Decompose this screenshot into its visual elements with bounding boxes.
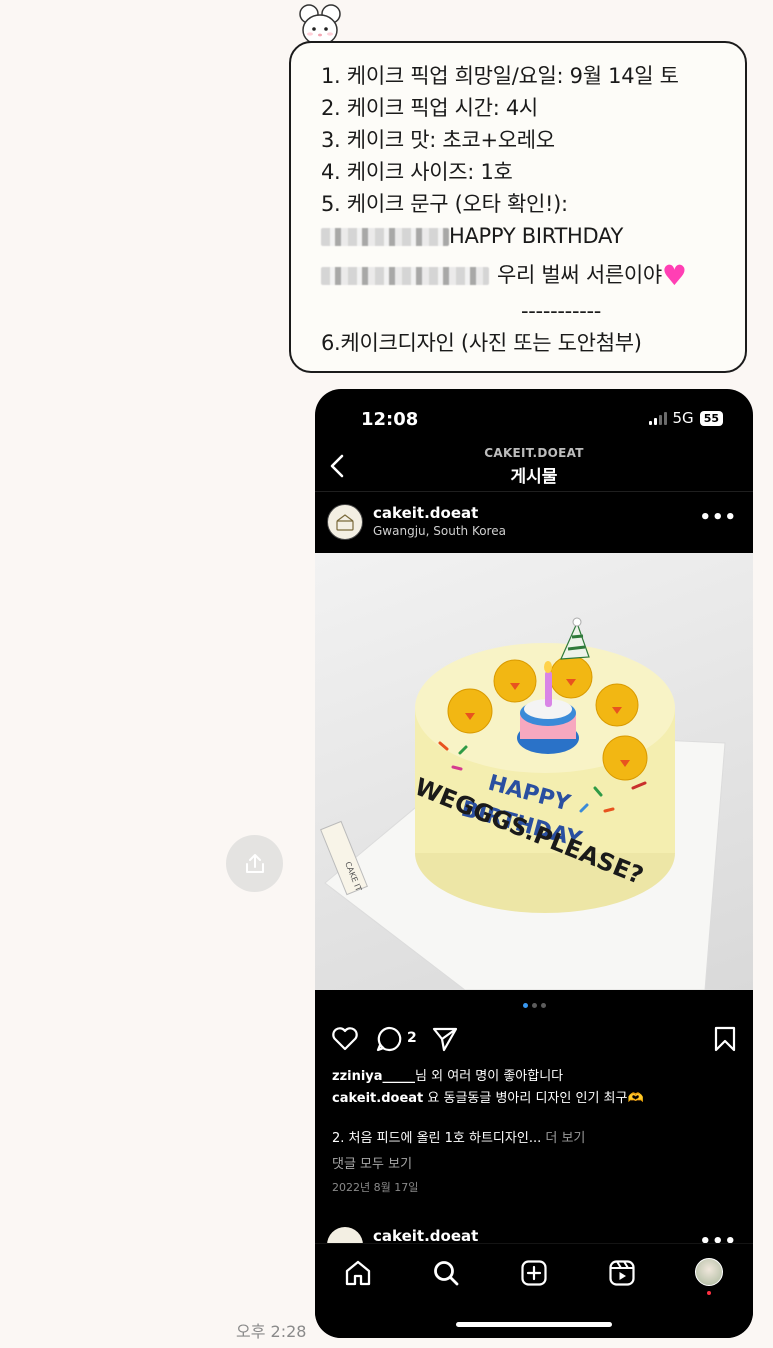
post-caption: cakeit.doeat 요 동글동글 병아리 디자인 인기 최구🫶 xyxy=(332,1087,644,1106)
carousel-dot xyxy=(540,1003,546,1008)
separator-dashes: ----------- xyxy=(521,299,602,323)
view-all-comments-link[interactable]: 댓글 모두 보기 xyxy=(332,1153,412,1172)
bookmark-icon[interactable] xyxy=(713,1025,737,1053)
header-account-name: CAKEIT.DOEAT xyxy=(484,446,584,460)
post-date: 2022년 8월 17일 xyxy=(332,1181,419,1194)
order-line-size: 4. 케이크 사이즈: 1호 xyxy=(321,160,513,184)
cake-image: CAKE IT HAPPY BIRTHDAY WEGGGS.PLEASE? xyxy=(320,617,726,990)
caption-more-text: 2. 처음 피드에 올린 1호 하트디자인... xyxy=(332,1131,542,1146)
instagram-screenshot[interactable]: 12:08 5G 55 CAKEIT.DOEAT 게시물 cakeit.doea… xyxy=(315,389,753,1338)
home-icon[interactable] xyxy=(343,1258,373,1288)
post-actions: 2 xyxy=(331,1025,737,1055)
caption-username[interactable]: cakeit.doeat xyxy=(332,1091,423,1106)
post-username[interactable]: cakeit.doeat xyxy=(373,504,478,522)
share-icon xyxy=(245,853,264,873)
order-line-design: 6.케이크디자인 (사진 또는 도안첨부) xyxy=(321,331,642,355)
cake-text-line-2: 우리 벌써 서른이야♥ xyxy=(321,259,687,292)
header-title: 게시물 xyxy=(510,467,558,487)
signal-icon xyxy=(648,411,667,425)
order-line-lettering: 5. 케이크 문구 (오타 확인!): xyxy=(321,192,568,216)
carousel-dot-active xyxy=(522,1003,528,1008)
notification-dot xyxy=(707,1291,711,1295)
search-icon[interactable] xyxy=(431,1258,461,1288)
carousel-dot xyxy=(531,1003,537,1008)
account-avatar[interactable] xyxy=(327,504,363,540)
send-paper-plane-icon[interactable] xyxy=(431,1025,459,1053)
share-button[interactable] xyxy=(226,835,283,892)
cake-text-line-2-text: 우리 벌써 서른이야 xyxy=(497,263,662,287)
more-options-icon[interactable]: ••• xyxy=(699,507,737,528)
likes-username[interactable]: zziniya_____ xyxy=(332,1069,415,1084)
like-heart-icon[interactable] xyxy=(331,1025,359,1051)
more-link[interactable]: 더 보기 xyxy=(545,1131,585,1146)
create-post-icon[interactable] xyxy=(519,1258,549,1288)
status-indicators: 5G 55 xyxy=(648,409,723,427)
reels-icon[interactable] xyxy=(607,1258,637,1288)
order-line-pickup-time: 2. 케이크 픽업 시간: 4시 xyxy=(321,96,538,120)
cake-logo-icon xyxy=(336,514,354,531)
message-timestamp: 오후 2:28 xyxy=(236,1322,307,1341)
redacted-text xyxy=(321,267,489,285)
comment-icon[interactable] xyxy=(375,1025,403,1053)
likes-text: 님 외 여러 명이 좋아합니다 xyxy=(415,1069,564,1084)
bottom-tab-bar xyxy=(315,1243,753,1338)
cake-text-line-1: HAPPY BIRTHDAY xyxy=(321,223,623,249)
pink-heart-icon: ♥ xyxy=(661,259,687,292)
post-location[interactable]: Gwangju, South Korea xyxy=(373,524,506,538)
profile-avatar-icon[interactable] xyxy=(695,1258,723,1286)
comment-count: 2 xyxy=(407,1030,417,1046)
cake-text-line-1-text: HAPPY BIRTHDAY xyxy=(449,224,623,248)
battery-icon: 55 xyxy=(699,410,723,426)
caption-text: 요 동글동글 병아리 디자인 인기 최구🫶 xyxy=(427,1091,644,1106)
post-photo[interactable]: CAKE IT HAPPY BIRTHDAY WEGGGS.PLEASE? xyxy=(315,553,753,990)
order-form-bubble: 1. 케이크 픽업 희망일/요일: 9월 14일 토 2. 케이크 픽업 시간:… xyxy=(289,41,747,373)
order-line-pickup-date: 1. 케이크 픽업 희망일/요일: 9월 14일 토 xyxy=(321,64,679,88)
home-indicator xyxy=(456,1322,612,1327)
order-line-flavor: 3. 케이크 맛: 초코+오레오 xyxy=(321,128,555,152)
network-type: 5G xyxy=(672,409,694,427)
status-time: 12:08 xyxy=(361,409,419,430)
redacted-text xyxy=(321,228,449,246)
header-divider xyxy=(315,491,753,492)
likes-summary[interactable]: zziniya_____님 외 여러 명이 좋아합니다 xyxy=(332,1065,563,1084)
caption-continued: 2. 처음 피드에 올린 1호 하트디자인... 더 보기 xyxy=(332,1127,585,1146)
carousel-indicator xyxy=(315,1003,753,1008)
